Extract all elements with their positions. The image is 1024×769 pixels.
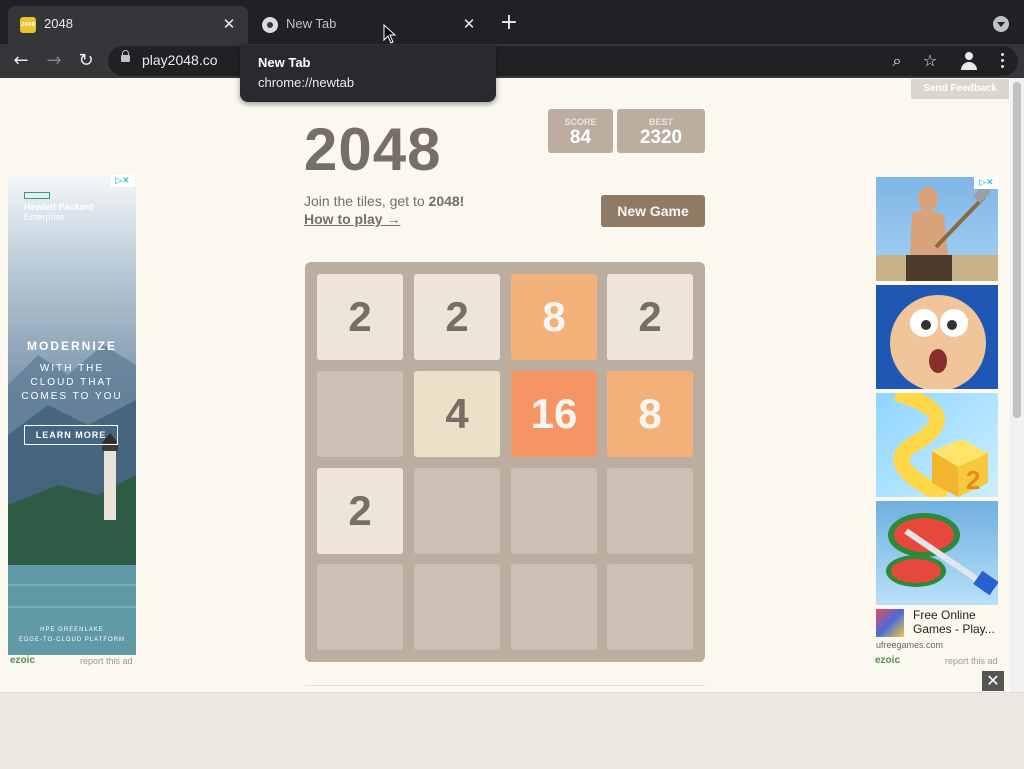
score-value: 84 [569, 127, 592, 148]
tab-2048[interactable]: 2048 2048 ✕ [8, 6, 248, 44]
tile-r1-c3: 8 [607, 371, 693, 457]
ad-brand: Hewlett Packard [24, 202, 94, 212]
adchoices-icon[interactable]: ▷✕ [110, 175, 135, 187]
chrome-icon [262, 17, 278, 33]
tab-title: New Tab [286, 16, 337, 31]
scrollbar-thumb[interactable] [1013, 82, 1021, 418]
tile-r3-c2 [511, 564, 597, 650]
ad-brand-sub: Enterprise [24, 212, 66, 222]
intro-prefix: Join the tiles, get to [304, 193, 429, 209]
sticky-ad-area [0, 692, 1024, 769]
tile-r3-c1 [414, 564, 500, 650]
intro-text: Join the tiles, get to 2048! [304, 193, 464, 209]
forward-arrow-icon[interactable]: → [41, 48, 67, 74]
close-sticky-ad-icon[interactable]: ✕ [982, 671, 1004, 691]
tile-r0-c1: 2 [414, 274, 500, 360]
tile-r2-c0: 2 [317, 468, 403, 554]
tile-r0-c0: 2 [317, 274, 403, 360]
tile-r2-c2 [511, 468, 597, 554]
best-label: BEST [648, 117, 673, 127]
mouse-cursor-icon [383, 24, 397, 44]
tile-r0-c2: 8 [511, 274, 597, 360]
hover-card-title: New Tab [258, 55, 311, 70]
lighthouse-landscape-image [8, 345, 136, 655]
divider [305, 685, 705, 692]
svg-text:2: 2 [966, 465, 980, 495]
tile-r0-c3: 2 [607, 274, 693, 360]
score-label: SCORE [564, 117, 597, 127]
hpe-logo-icon [24, 192, 50, 199]
reload-icon[interactable]: ↻ [73, 48, 99, 74]
ad-tagline-1: WITH THE [39, 363, 105, 374]
game-title: 2048 [304, 116, 442, 183]
tab-hover-card: New Tab chrome://newtab [240, 45, 496, 102]
tile-r3-c3 [607, 564, 693, 650]
how-to-play-link[interactable]: How to play → [304, 211, 400, 227]
learn-more-button[interactable]: LEARN MORE [24, 425, 118, 445]
score-box: SCORE 84 [548, 109, 613, 153]
games-ad[interactable]: 2 Free Online Games - Play... ufreegames… [875, 177, 999, 650]
ufreegames-icon[interactable] [876, 609, 904, 637]
bookmark-star-icon[interactable]: ☆ [919, 50, 941, 72]
new-tab-plus-icon[interactable]: + [498, 12, 520, 34]
new-game-button[interactable]: New Game [601, 195, 705, 227]
tab-new-tab[interactable]: New Tab ✕ [250, 6, 488, 44]
browser-toolbar: ← → ↻ play2048.co ⌕ ☆ [0, 44, 1024, 78]
intro-goal: 2048! [428, 193, 465, 209]
tab-strip: 2048 2048 ✕ New Tab ✕ + [0, 0, 1024, 44]
close-tab-icon[interactable]: ✕ [460, 15, 478, 33]
site-favicon-icon: 2048 [20, 17, 36, 33]
ad-tagline-2: CLOUD THAT [30, 377, 114, 388]
ad-footer-2: EDGE-TO-CLOUD PLATFORM [18, 637, 126, 643]
adchoices-icon[interactable]: ▷✕ [974, 177, 999, 189]
report-ad-link[interactable]: report this ad [80, 656, 133, 666]
zoom-search-icon[interactable]: ⌕ [886, 50, 908, 72]
ad-headline: MODERNIZE [27, 339, 117, 353]
ezoic-logo[interactable]: ezoic [10, 655, 35, 666]
tile-r1-c1: 4 [414, 371, 500, 457]
vertical-scrollbar[interactable] [1010, 78, 1024, 692]
close-tab-icon[interactable]: ✕ [220, 15, 238, 33]
hover-card-url: chrome://newtab [258, 75, 355, 90]
game-thumb-paint-cube[interactable]: 2 [876, 393, 998, 497]
game-thumb-face[interactable] [876, 285, 998, 389]
profile-icon[interactable] [960, 52, 978, 70]
tile-r3-c0 [317, 564, 403, 650]
tile-r2-c1 [414, 468, 500, 554]
tab-search-icon[interactable] [993, 16, 1009, 32]
url-text[interactable]: play2048.co [142, 52, 218, 68]
game-thumb-climber[interactable] [876, 177, 998, 281]
hpe-ad-banner[interactable]: Hewlett Packard Enterprise MODERNIZE WIT… [8, 175, 136, 655]
back-arrow-icon[interactable]: ← [8, 48, 34, 74]
tile-r2-c3 [607, 468, 693, 554]
kebab-menu-icon[interactable] [996, 52, 1008, 70]
ezoic-logo[interactable]: ezoic [875, 655, 900, 666]
best-score-box: BEST 2320 [617, 109, 705, 153]
ad-domain[interactable]: ufreegames.com [876, 640, 943, 650]
ad-footer-1: HPE GREENLAKE [40, 627, 104, 633]
ad-caption[interactable]: Free Online Games - Play... [913, 608, 999, 636]
game-thumb-fruit[interactable] [876, 501, 998, 605]
lock-icon[interactable] [121, 50, 130, 62]
tile-r1-c0 [317, 371, 403, 457]
tab-title: 2048 [44, 16, 73, 31]
page-content: Send Feedback Hewlett Packard Enterprise… [0, 78, 1010, 692]
best-value: 2320 [639, 127, 683, 148]
report-ad-link[interactable]: report this ad [945, 656, 998, 666]
send-feedback-button[interactable]: Send Feedback [911, 79, 1009, 99]
game-board[interactable]: 2 2 8 2 4 16 8 2 [305, 262, 705, 662]
tile-r1-c2: 16 [511, 371, 597, 457]
ad-tagline-3: COMES TO YOU [21, 391, 123, 402]
